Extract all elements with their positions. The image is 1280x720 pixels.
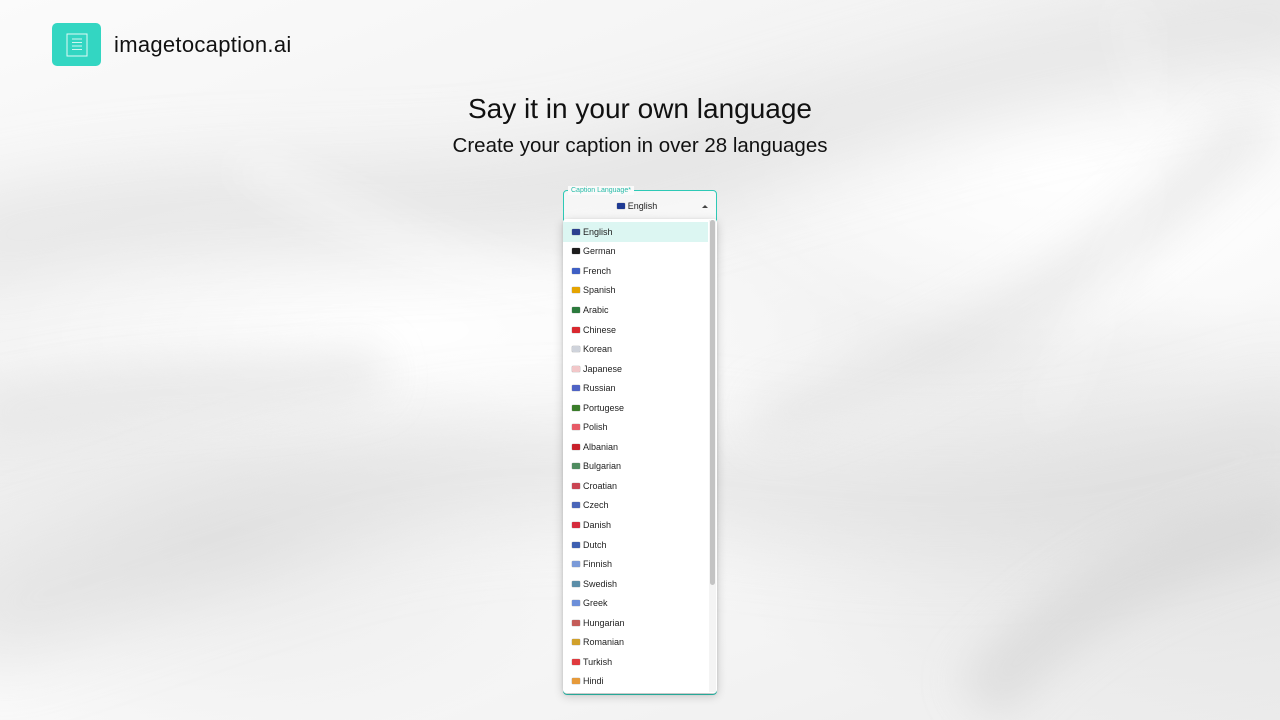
english-flag-icon [572, 228, 580, 235]
dropdown-arrow-up-icon[interactable] [702, 205, 708, 208]
language-option-korean[interactable]: Korean [563, 339, 708, 359]
language-option-label: Bulgarian [583, 461, 622, 472]
language-option-label: Danish [583, 519, 612, 530]
language-option-label: Polish [583, 422, 608, 433]
language-option-albanian[interactable]: Albanian [563, 437, 708, 457]
finnish-flag-icon [572, 561, 580, 568]
page-subtitle: Create your caption in over 28 languages [452, 134, 828, 157]
hindi-flag-icon [572, 678, 580, 685]
language-option-label: Chinese [583, 324, 617, 335]
language-option-danish[interactable]: Danish [563, 515, 708, 535]
language-option-label: French [583, 265, 612, 276]
japanese-flag-icon [572, 365, 580, 372]
korean-flag-icon [572, 346, 580, 353]
language-option-german[interactable]: German [563, 242, 708, 262]
language-option-swedish[interactable]: Swedish [563, 574, 708, 594]
language-option-portugese[interactable]: Portugese [563, 398, 708, 418]
language-option-label: German [583, 246, 616, 257]
language-option-label: Portugese [583, 402, 625, 413]
language-option-czech[interactable]: Czech [563, 496, 708, 516]
swedish-flag-icon [572, 580, 580, 587]
language-option-label: Greek [583, 598, 608, 609]
russian-flag-icon [572, 385, 580, 392]
language-option-french[interactable]: French [563, 261, 708, 281]
scrollbar-track[interactable] [709, 220, 716, 692]
language-option-label: Arabic [583, 304, 609, 315]
language-option-croatian[interactable]: Croatian [563, 476, 708, 496]
arabic-flag-icon [572, 306, 580, 313]
language-option-polish[interactable]: Polish [563, 417, 708, 437]
selected-language[interactable]: English [564, 201, 710, 212]
language-option-arabic[interactable]: Arabic [563, 300, 708, 320]
language-option-greek[interactable]: Greek [563, 593, 708, 613]
language-option-label: Finnish [583, 559, 613, 570]
language-option-label: Russian [583, 383, 616, 394]
portugese-flag-icon [572, 404, 580, 411]
language-option-hindi[interactable]: Hindi [563, 672, 708, 692]
turkish-flag-icon [572, 658, 580, 665]
language-dropdown-menu[interactable]: English German French Spanish Arabic Chinese K… [563, 219, 717, 693]
language-option-label: Korean [583, 344, 613, 355]
czech-flag-icon [572, 502, 580, 509]
language-option-dutch[interactable]: Dutch [563, 535, 708, 555]
dutch-flag-icon [572, 541, 580, 548]
language-option-chinese[interactable]: Chinese [563, 320, 708, 340]
document-icon [66, 33, 87, 56]
language-option-label: Japanese [583, 363, 623, 374]
uk-flag-icon [616, 203, 625, 209]
language-option-japanese[interactable]: Japanese [563, 359, 708, 379]
language-option-english[interactable]: English [563, 222, 708, 242]
language-options-list: English German French Spanish Arabic Chinese K… [563, 219, 717, 691]
danish-flag-icon [572, 521, 580, 528]
language-option-label: Hungarian [583, 617, 625, 628]
language-option-turkish[interactable]: Turkish [563, 652, 708, 672]
language-option-bulgarian[interactable]: Bulgarian [563, 457, 708, 477]
language-option-russian[interactable]: Russian [563, 378, 708, 398]
greek-flag-icon [572, 600, 580, 607]
logo-icon [52, 23, 101, 66]
polish-flag-icon [572, 424, 580, 431]
language-option-label: Hindi [583, 676, 604, 687]
chinese-flag-icon [572, 326, 580, 333]
albanian-flag-icon [572, 443, 580, 450]
romanian-flag-icon [572, 639, 580, 646]
language-option-label: Czech [583, 500, 609, 511]
hero: Say it in your own language Create your … [0, 90, 1280, 160]
language-option-label: Croatian [583, 480, 618, 491]
caption-language-label: Caption Language* [568, 186, 634, 195]
language-option-label: Dutch [583, 539, 607, 550]
spanish-flag-icon [572, 287, 580, 294]
language-option-label: Swedish [583, 578, 618, 589]
language-option-label: Romanian [583, 637, 625, 648]
language-option-spanish[interactable]: Spanish [563, 281, 708, 301]
croatian-flag-icon [572, 482, 580, 489]
language-option-label: Spanish [583, 285, 616, 296]
page-title: Say it in your own language [468, 93, 812, 124]
language-option-label: Albanian [583, 441, 619, 452]
scrollbar-thumb[interactable] [710, 220, 715, 585]
brand-name: imagetocaption.ai [114, 31, 292, 57]
french-flag-icon [572, 267, 580, 274]
german-flag-icon [572, 248, 580, 255]
hungarian-flag-icon [572, 619, 580, 626]
brand[interactable]: imagetocaption.ai [52, 23, 292, 66]
language-option-label: Turkish [583, 656, 613, 667]
language-option-romanian[interactable]: Romanian [563, 632, 708, 652]
language-option-hungarian[interactable]: Hungarian [563, 613, 708, 633]
language-option-label: English [583, 226, 613, 237]
selected-language-label: English [627, 201, 658, 211]
bulgarian-flag-icon [572, 463, 580, 470]
language-option-finnish[interactable]: Finnish [563, 554, 708, 574]
